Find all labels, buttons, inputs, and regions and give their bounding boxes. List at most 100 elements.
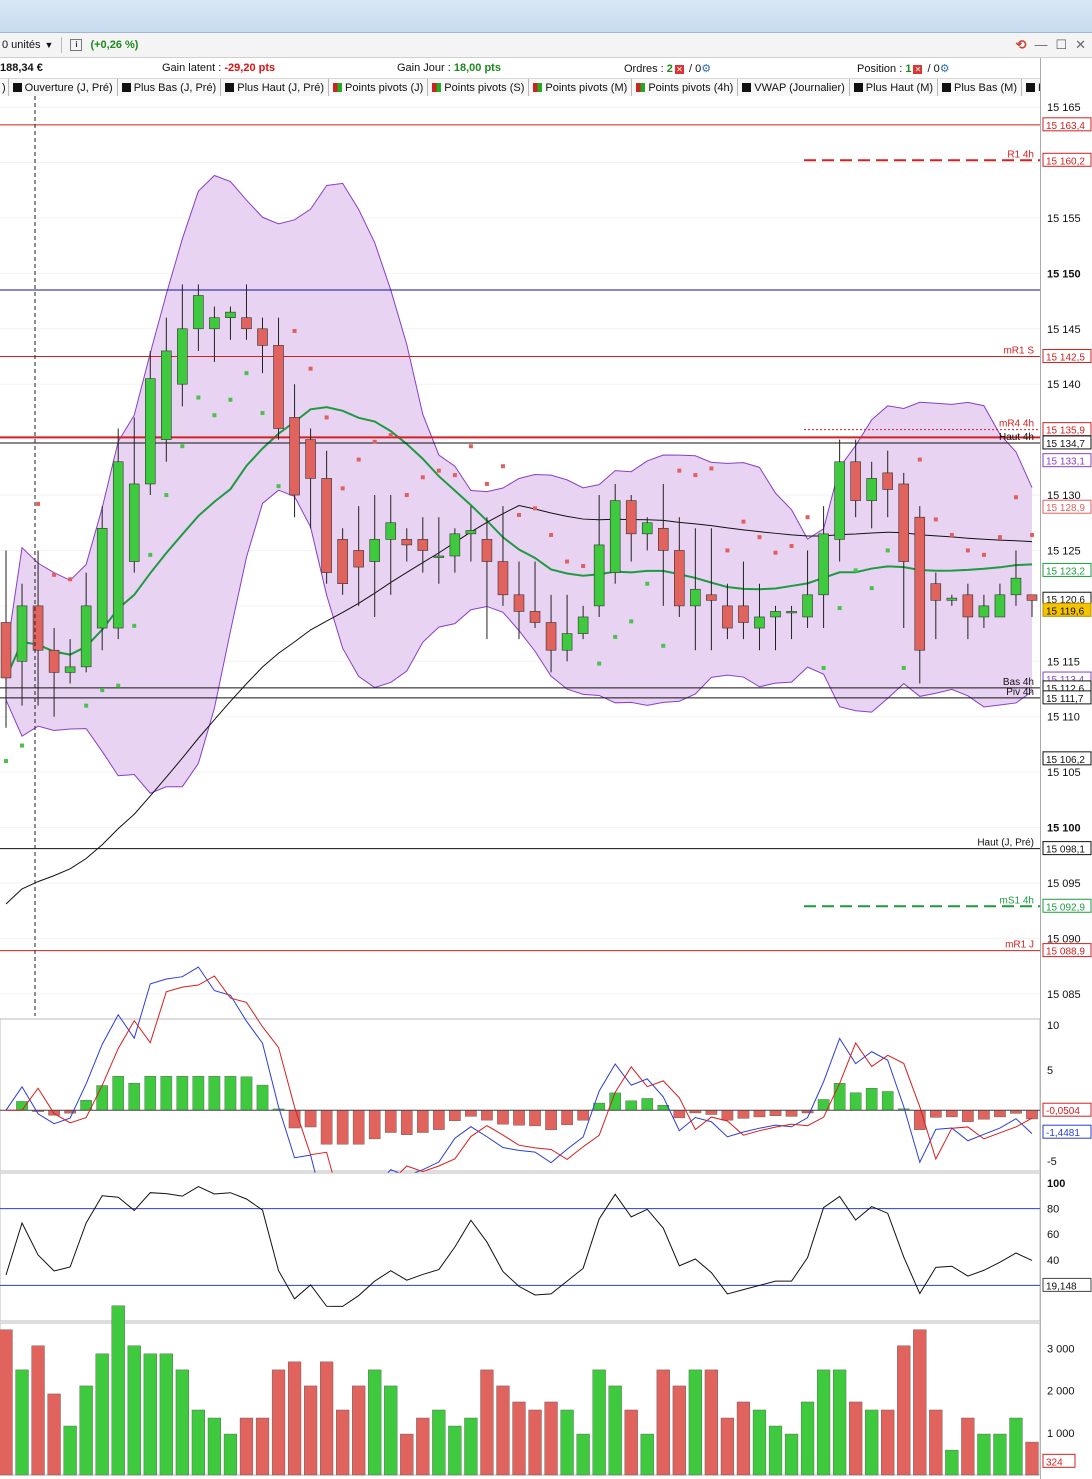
- price-chart[interactable]: 15 163,4 R1 4h 15 160,2 mR1 S 15 142,5 mR4 4h…: [0, 96, 1092, 1479]
- units-select[interactable]: 0 unités: [2, 39, 41, 51]
- macd-axis-tick: 5: [1047, 1065, 1053, 1077]
- indicator-tab[interactable]: Plus Bas (J, Pré): [117, 79, 222, 96]
- price-axis-tick: 15 125: [1047, 545, 1081, 557]
- macd-histogram-bar: [930, 1110, 942, 1118]
- psar-dot: [949, 532, 954, 537]
- maximize-icon[interactable]: ☐: [1055, 37, 1067, 53]
- price-axis-tick: 15 100: [1047, 823, 1081, 835]
- macd-histogram-bar: [978, 1110, 990, 1120]
- macd-histogram-bar: [208, 1076, 221, 1111]
- gear-icon[interactable]: ⚙: [701, 63, 711, 75]
- indicator-tab-label: Ouverture (J, Pré): [24, 81, 113, 94]
- candle-body: [834, 461, 845, 540]
- candle-body: [417, 539, 429, 551]
- psar-dot: [837, 606, 842, 611]
- change-percent: (+0,26 %): [90, 39, 139, 51]
- volume-bar: [320, 1361, 334, 1476]
- indicator-tab[interactable]: Points pivots (J): [329, 79, 429, 96]
- minimize-icon[interactable]: —: [1034, 37, 1047, 53]
- candle-body: [273, 345, 284, 429]
- volume-bar: [512, 1401, 526, 1476]
- volume-bar: [608, 1385, 622, 1476]
- indicator-tab[interactable]: Plus Haut (J, Pré): [221, 79, 330, 96]
- account-value: 188,34 €: [0, 62, 43, 74]
- chevron-down-icon[interactable]: ▼: [45, 40, 54, 50]
- stoch-axis-tick: 40: [1047, 1255, 1059, 1267]
- psar-dot: [517, 512, 521, 517]
- candle-body: [337, 539, 348, 585]
- psar-dot: [244, 371, 249, 376]
- volume-bar: [63, 1425, 77, 1476]
- cancel-orders-icon[interactable]: ✕: [674, 64, 684, 74]
- candle-body: [465, 530, 477, 535]
- gear-icon[interactable]: ⚙: [940, 63, 950, 75]
- macd-histogram-bar: [144, 1076, 157, 1111]
- macd-histogram-bar: [240, 1076, 253, 1111]
- volume-bar: [352, 1385, 366, 1476]
- psar-dot: [597, 661, 602, 666]
- indicator-color-icon: [121, 83, 131, 92]
- psar-dot: [404, 493, 409, 498]
- indicator-color-icon: [742, 83, 752, 92]
- candle-body: [545, 622, 557, 651]
- indicator-tab[interactable]: Points pivots (4h): [632, 79, 739, 96]
- volume-bar: [111, 1305, 125, 1476]
- macd-histogram-bar: [994, 1110, 1006, 1118]
- indicator-tab-label: Points pivots (S): [444, 81, 525, 94]
- candle-body: [641, 522, 653, 535]
- indicator-color-icon: [333, 83, 343, 92]
- indicator-tab[interactable]: Ouverture (J, Pré): [8, 79, 118, 96]
- candle-body: [513, 594, 525, 612]
- psar-dot: [853, 568, 858, 573]
- indicator-tab[interactable]: Points pivots (M): [529, 79, 633, 96]
- orders-zero: / 0: [688, 63, 702, 75]
- macd-histogram-bar: [529, 1110, 541, 1127]
- volume-bar: [0, 1329, 13, 1476]
- volume-bar: [464, 1417, 478, 1476]
- candle-body: [898, 483, 910, 562]
- psar-dot: [901, 665, 906, 670]
- indicator-tab[interactable]: Plus Haut (M): [849, 79, 939, 96]
- psar-dot: [260, 411, 265, 416]
- volume-bar: [159, 1353, 173, 1476]
- price-level-label: mR1 J: [1005, 940, 1034, 951]
- price-axis-tick: 15 105: [1047, 767, 1081, 779]
- psar-dot: [533, 506, 538, 511]
- macd-histogram-bar: [849, 1092, 862, 1111]
- indicator-tab[interactable]: Plus Bas (M): [938, 79, 1022, 96]
- macd-histogram-bar: [737, 1110, 750, 1119]
- orders-count: 2: [666, 63, 673, 75]
- close-icon[interactable]: ✕: [1075, 37, 1086, 53]
- macd-histogram-bar: [721, 1110, 734, 1121]
- stoch-axis-tick: 60: [1047, 1229, 1059, 1241]
- volume-bar: [592, 1369, 606, 1476]
- psar-dot: [725, 548, 730, 553]
- indicator-tab[interactable]: Points pivots (S): [428, 79, 530, 96]
- volume-axis-tick: 1 000: [1047, 1428, 1075, 1440]
- price-tag-value: 15 163,4: [1046, 121, 1085, 132]
- psar-dot: [741, 519, 746, 524]
- volume-bar: [672, 1385, 686, 1476]
- psar-dot: [4, 759, 8, 764]
- psar-dot: [629, 619, 634, 624]
- refresh-icon[interactable]: ⟲: [1016, 37, 1027, 53]
- macd-histogram-bar: [112, 1076, 125, 1111]
- psar-dot: [917, 457, 922, 462]
- last-price-value: 15 119,6: [1046, 606, 1085, 617]
- macd-histogram-bar: [513, 1110, 525, 1126]
- indicator-tab[interactable]: VWAP (Journalier): [738, 79, 850, 96]
- macd-histogram-bar: [593, 1102, 605, 1111]
- indicator-tab[interactable]: Plus B: [1022, 79, 1040, 96]
- psar-dot: [36, 501, 41, 506]
- candle-body: [706, 594, 717, 601]
- close-position-icon[interactable]: ✕: [913, 64, 923, 74]
- candle-body: [353, 550, 364, 568]
- macd-histogram-bar: [962, 1110, 974, 1122]
- price-level-label: Piv 4h: [1006, 687, 1034, 698]
- stoch-value: 19,148: [1046, 1281, 1077, 1292]
- psar-dot: [452, 473, 457, 478]
- tab-scroll-left[interactable]: ): [0, 79, 9, 96]
- candle-body: [449, 533, 461, 557]
- volume-bar: [207, 1417, 222, 1476]
- info-icon[interactable]: i: [70, 39, 83, 51]
